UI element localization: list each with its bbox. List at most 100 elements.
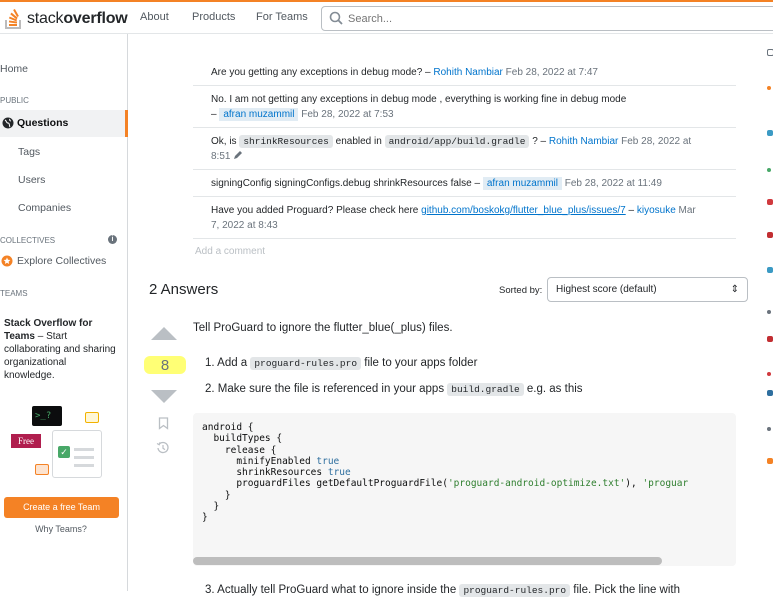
upvote-button[interactable] (151, 327, 177, 340)
comment: Have you added Proguard? Please check he… (193, 197, 736, 239)
inline-code: proguard-rules.pro (250, 357, 362, 370)
answer-step-1: 1. Add a proguard-rules.pro file to your… (205, 357, 478, 370)
pencil-icon[interactable] (233, 150, 243, 160)
downvote-button[interactable] (151, 390, 177, 403)
comment-text: Are you getting any exceptions in debug … (211, 67, 431, 78)
code-line: shrinkResources true (202, 467, 351, 479)
globe-icon (2, 117, 14, 129)
answer-step-2: 2. Make sure the file is referenced in y… (205, 383, 583, 396)
edge-icon (767, 372, 771, 376)
top-bar: stackoverflow About Products For Teams (0, 0, 773, 34)
comment-user-link[interactable]: kiyosuke (637, 205, 676, 216)
logo-text: stackoverflow (27, 10, 128, 27)
sidebar-item-home[interactable]: Home (0, 63, 28, 75)
comment-date[interactable]: Feb 28, 2022 at (621, 136, 691, 147)
search-input[interactable] (348, 7, 648, 30)
create-free-team-button[interactable]: Create a free Team (4, 497, 119, 518)
stackoverflow-logo-icon (5, 9, 21, 29)
edge-icon (767, 390, 773, 396)
comment-text: No. I am not getting any exceptions in d… (211, 94, 627, 105)
edge-icon (767, 86, 771, 90)
left-sidebar: Home PUBLIC Questions Tags Users Compani… (0, 34, 128, 591)
comment-dash: – (211, 109, 217, 120)
comment: Ok, is shrinkResources enabled in androi… (193, 128, 736, 170)
step-text: 1. Add a (205, 357, 248, 369)
edge-icon (767, 130, 773, 136)
sidebar-item-companies[interactable]: Companies (18, 202, 71, 214)
comment-dash: – (628, 205, 635, 216)
comment-text: enabled in (335, 136, 382, 147)
history-icon[interactable] (156, 441, 170, 455)
free-badge: Free (11, 434, 41, 448)
comment-date[interactable]: Mar (679, 205, 696, 216)
checkmark-icon: ✓ (58, 446, 70, 458)
collectives-icon (1, 255, 13, 267)
sidebar-section-collectives: COLLECTIVES (0, 236, 56, 245)
add-comment-link[interactable]: Add a comment (195, 246, 265, 257)
edge-icon (767, 267, 773, 273)
bookmark-icon[interactable] (158, 417, 169, 430)
answers-heading: 2 Answers (149, 281, 219, 298)
nav-products[interactable]: Products (192, 11, 235, 23)
comment-user-link[interactable]: Rohith Nambiar (433, 67, 502, 78)
sort-select-value: Highest score (default) (556, 284, 657, 295)
checklist-line (74, 456, 94, 459)
sort-select[interactable]: Highest score (default) ⇕ (547, 277, 748, 302)
chat-bubble-icon (85, 412, 99, 423)
comment: No. I am not getting any exceptions in d… (193, 86, 736, 128)
comment-text: ? – (532, 136, 547, 147)
why-teams-link[interactable]: Why Teams? (0, 524, 122, 534)
sidebar-section-teams: TEAMS (0, 289, 28, 298)
comment-user-link[interactable]: afran muzammil (219, 108, 299, 121)
step-text: 2. Make sure the file is referenced in y… (205, 383, 445, 395)
comment-text: signingConfig signingConfigs.debug shrin… (211, 178, 481, 189)
chevron-updown-icon: ⇕ (730, 284, 739, 295)
stackoverflow-logo[interactable]: stackoverflow (4, 7, 128, 31)
comment-date[interactable]: Feb 28, 2022 at 7:47 (506, 67, 598, 78)
comment-link[interactable]: github.com/boskokg/flutter_blue_plus/iss… (421, 205, 626, 216)
teams-illustration: >_? Free ✓ (8, 402, 103, 482)
sidebar-item-tags[interactable]: Tags (18, 146, 40, 158)
comment-text: Ok, is (211, 136, 237, 147)
nav-about[interactable]: About (140, 11, 169, 23)
comment-date[interactable]: Feb 28, 2022 at 11:49 (565, 178, 662, 189)
edge-icon (767, 168, 771, 172)
comment: signingConfig signingConfigs.debug shrin… (193, 170, 736, 197)
code-horizontal-scrollbar[interactable] (193, 557, 662, 565)
comment-date[interactable]: Feb 28, 2022 at 7:53 (301, 109, 393, 120)
step-text: 3. Actually tell ProGuard what to ignore… (205, 584, 457, 596)
vote-score: 8 (160, 357, 170, 374)
code-line: android { (202, 422, 254, 433)
answer-intro: Tell ProGuard to ignore the flutter_blue… (193, 322, 453, 334)
right-sidebar-edge (760, 34, 773, 591)
code-block[interactable]: android { buildTypes { release { minifyE… (193, 413, 736, 566)
code-line: minifyEnabled true (202, 455, 340, 467)
sidebar-item-users[interactable]: Users (18, 174, 45, 186)
comment-date[interactable]: 8:51 (211, 151, 230, 162)
sidebar-item-explore-collectives[interactable]: Explore Collectives (17, 255, 106, 267)
search-box[interactable] (321, 6, 773, 31)
edge-icon (767, 199, 773, 205)
code-line: release { (202, 444, 277, 456)
code-line: } (202, 489, 231, 501)
edge-icon (767, 232, 773, 238)
teams-promo: Stack Overflow for Teams – Start collabo… (4, 317, 119, 382)
sidebar-section-public: PUBLIC (0, 96, 29, 105)
comment-user-link[interactable]: Rohith Nambiar (549, 136, 618, 147)
inline-code: shrinkResources (239, 135, 333, 148)
chat-bubble-orange-icon (35, 464, 49, 475)
code-line: proguardFiles getDefaultProguardFile('pr… (202, 478, 689, 490)
edge-icon (767, 458, 773, 464)
nav-for-teams[interactable]: For Teams (256, 11, 308, 23)
info-icon[interactable]: i (108, 235, 117, 244)
comments-list: Are you getting any exceptions in debug … (193, 59, 736, 239)
step-text: file to your apps folder (364, 357, 478, 369)
comment-text: Have you added Proguard? Please check he… (211, 205, 419, 216)
comment: Are you getting any exceptions in debug … (193, 59, 736, 86)
checklist-line (74, 464, 94, 467)
comment-user-link[interactable]: afran muzammil (482, 177, 562, 190)
code-line: } (202, 512, 208, 524)
comment-date[interactable]: 7, 2022 at 8:43 (211, 220, 278, 231)
checklist-line (74, 448, 94, 451)
inline-code: build.gradle (447, 383, 524, 396)
